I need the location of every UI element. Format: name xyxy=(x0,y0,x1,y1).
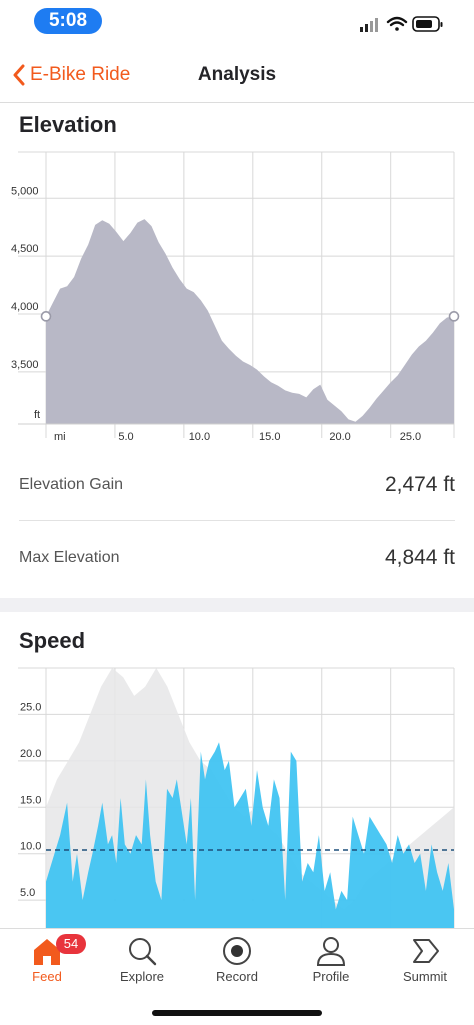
elevation-y-unit: ft xyxy=(34,409,40,421)
search-icon xyxy=(129,938,157,966)
elevation-x-tick: 5.0 xyxy=(118,431,133,443)
record-icon xyxy=(223,937,251,965)
status-icons xyxy=(360,16,443,32)
tab-feed-label: Feed xyxy=(32,969,62,984)
max-elevation-label: Max Elevation xyxy=(19,549,120,566)
max-elevation-row: Max Elevation 4,844 ft xyxy=(19,521,455,595)
elevation-y-tick: 4,500 xyxy=(11,243,39,255)
tab-profile[interactable]: Profile xyxy=(284,929,378,999)
elevation-endpoint-marker xyxy=(448,311,460,322)
elevation-endpoint-marker xyxy=(40,311,52,322)
elevation-gain-label: Elevation Gain xyxy=(19,476,124,493)
max-elevation-value: 4,844 ft xyxy=(384,546,455,569)
elevation-x-tick: 15.0 xyxy=(259,431,280,443)
speed-y-tick: 25.0 xyxy=(20,701,41,713)
speed-y-tick: 15.0 xyxy=(20,794,41,806)
summit-chevron-icon xyxy=(413,939,439,963)
page-title: Analysis xyxy=(197,64,277,85)
status-time: 5:08 xyxy=(34,8,102,34)
signal-icon xyxy=(360,18,378,32)
badge-count: 54 xyxy=(63,936,79,951)
section-separator xyxy=(0,598,474,612)
battery-icon xyxy=(412,16,443,32)
speed-y-tick: 5.0 xyxy=(20,887,35,899)
notification-badge: 54 xyxy=(56,934,86,954)
speed-title: Speed xyxy=(19,628,86,653)
elevation-chart: 3,500 4,000 4,500 5,000 ft mi 5.0 10.0 15.0 20.0 2… xyxy=(11,151,460,443)
tab-explore-label: Explore xyxy=(119,969,165,984)
wifi-icon xyxy=(386,16,408,31)
tab-record[interactable]: Record xyxy=(190,929,284,999)
home-indicator xyxy=(152,1010,322,1016)
elevation-y-tick: 3,500 xyxy=(11,359,39,371)
elevation-x-tick: 25.0 xyxy=(400,431,421,443)
tab-explore[interactable]: Explore xyxy=(95,929,189,999)
tab-summit-label: Summit xyxy=(402,969,448,984)
profile-icon xyxy=(316,937,346,966)
elevation-y-tick: 5,000 xyxy=(11,185,39,197)
tab-feed[interactable]: 54 Feed xyxy=(0,929,94,999)
elevation-x-tick: 20.0 xyxy=(329,431,350,443)
elevation-title: Elevation xyxy=(19,112,117,137)
speed-chart: 5.0 10.0 15.0 20.0 25.0 xyxy=(18,667,455,928)
nav-bar: E-Bike Ride Analysis xyxy=(0,48,474,103)
speed-y-tick: 10.0 xyxy=(20,841,41,853)
elevation-y-tick: 4,000 xyxy=(11,301,39,313)
tab-record-label: Record xyxy=(216,969,258,984)
elevation-area xyxy=(46,219,454,424)
elevation-gain-row: Elevation Gain 2,474 ft xyxy=(19,448,455,522)
elevation-x-tick: 10.0 xyxy=(189,431,210,443)
speed-y-tick: 20.0 xyxy=(20,748,41,760)
tab-summit[interactable]: Summit xyxy=(378,929,472,999)
elevation-x-unit: mi xyxy=(54,431,66,443)
elevation-gain-value: 2,474 ft xyxy=(384,473,455,496)
status-bar: 5:08 xyxy=(0,0,474,48)
tab-profile-label: Profile xyxy=(312,969,350,984)
tab-bar: 54 Feed Explore Record Profile Summit xyxy=(0,928,474,1025)
